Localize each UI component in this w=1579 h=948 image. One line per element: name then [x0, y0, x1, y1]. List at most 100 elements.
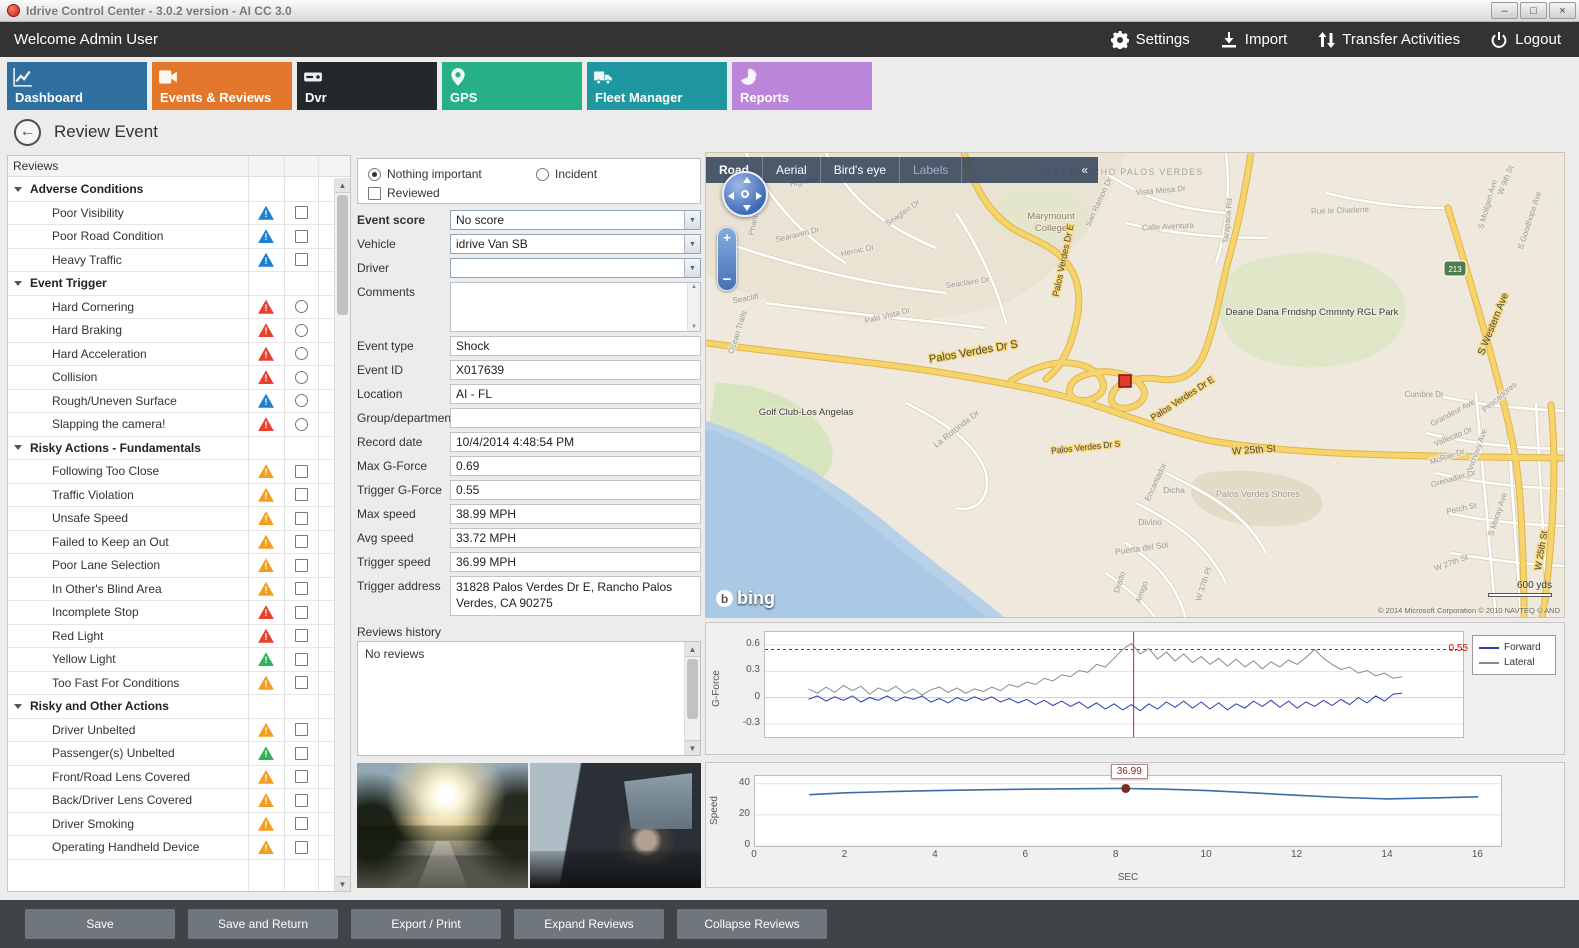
- pan-up-icon[interactable]: [743, 177, 751, 183]
- group-department-field[interactable]: [450, 408, 701, 428]
- import-action[interactable]: Import: [1220, 31, 1288, 49]
- item-checkbox[interactable]: [295, 817, 308, 830]
- item-checkbox[interactable]: [295, 465, 308, 478]
- event-type-field[interactable]: Shock: [450, 336, 701, 356]
- map-container[interactable]: 213 EAST RANCHO PALOS VERDESMarymountCol…: [705, 152, 1565, 618]
- item-checkbox[interactable]: [295, 747, 308, 760]
- chevron-down-icon[interactable]: ▼: [684, 211, 700, 229]
- settings-action[interactable]: Settings: [1111, 31, 1190, 49]
- item-radio[interactable]: [295, 347, 308, 360]
- scroll-up-icon[interactable]: ▲: [685, 642, 700, 657]
- item-checkbox[interactable]: [295, 535, 308, 548]
- scrollbar-thumb[interactable]: [337, 195, 348, 315]
- item-checkbox[interactable]: [295, 582, 308, 595]
- item-checkbox[interactable]: [295, 253, 308, 266]
- trigger-address-field[interactable]: 31828 Palos Verdes Dr E, Rancho Palos Ve…: [450, 576, 701, 616]
- item-checkbox[interactable]: [295, 606, 308, 619]
- item-checkbox[interactable]: [295, 559, 308, 572]
- reviews-scrollbar[interactable]: ▲ ▼: [334, 178, 350, 891]
- cabin-camera-thumbnail[interactable]: [530, 763, 701, 888]
- minimize-button[interactable]: –: [1491, 2, 1518, 19]
- tab-events-reviews[interactable]: Events & Reviews: [152, 62, 292, 110]
- item-checkbox[interactable]: [295, 676, 308, 689]
- scroll-up-icon[interactable]: ▲: [335, 178, 350, 193]
- front-camera-thumbnail[interactable]: [357, 763, 528, 888]
- item-radio[interactable]: [295, 371, 308, 384]
- tab-reports[interactable]: Reports: [732, 62, 872, 110]
- scroll-down-icon[interactable]: ▼: [335, 876, 350, 891]
- back-button[interactable]: ←: [14, 119, 41, 146]
- pan-left-icon[interactable]: [728, 192, 734, 200]
- export-print-button[interactable]: Export / Print: [351, 909, 501, 939]
- save-button[interactable]: Save: [25, 909, 175, 939]
- trigger-g-force-label: Trigger G-Force: [357, 480, 450, 500]
- vehicle-dropdown[interactable]: idrive Van SB▼: [450, 234, 701, 254]
- item-checkbox[interactable]: [295, 488, 308, 501]
- max-g-force-field[interactable]: 0.69: [450, 456, 701, 476]
- item-checkbox[interactable]: [295, 653, 308, 666]
- expand-reviews-button[interactable]: Expand Reviews: [514, 909, 664, 939]
- reviewed-checkbox[interactable]: [368, 187, 381, 200]
- tree-group-event-trigger[interactable]: Event Trigger: [8, 272, 334, 296]
- maximize-button[interactable]: □: [1520, 2, 1547, 19]
- item-checkbox[interactable]: [295, 770, 308, 783]
- scrollbar-thumb[interactable]: [687, 659, 698, 719]
- map-toolbar-collapse-button[interactable]: «: [1071, 163, 1098, 177]
- scroll-down-icon[interactable]: ▼: [685, 740, 700, 755]
- chevron-down-icon[interactable]: ▼: [684, 259, 700, 277]
- map-zoom-control[interactable]: + −: [717, 227, 737, 291]
- item-radio[interactable]: [295, 324, 308, 337]
- item-checkbox[interactable]: [295, 206, 308, 219]
- pan-down-icon[interactable]: [743, 205, 751, 211]
- close-button[interactable]: ×: [1549, 2, 1576, 19]
- zoom-out-button[interactable]: −: [718, 271, 736, 288]
- location-field[interactable]: AI - FL: [450, 384, 701, 404]
- incident-radio[interactable]: [536, 168, 549, 181]
- tree-group-risky-and-other-actions[interactable]: Risky and Other Actions: [8, 695, 334, 719]
- tab-dvr[interactable]: Dvr: [297, 62, 437, 110]
- comments-input[interactable]: [450, 282, 701, 332]
- nothing-important-radio[interactable]: [368, 168, 381, 181]
- tree-group-risky-actions-fundamentals[interactable]: Risky Actions - Fundamentals: [8, 437, 334, 461]
- item-checkbox[interactable]: [295, 512, 308, 525]
- event-id-field[interactable]: X017639: [450, 360, 701, 380]
- collapse-arrow-icon[interactable]: [14, 281, 22, 286]
- map-view-bird-s-eye[interactable]: Bird's eye: [821, 157, 900, 183]
- event-score-dropdown[interactable]: No score▼: [450, 210, 701, 230]
- item-radio[interactable]: [295, 418, 308, 431]
- zoom-in-button[interactable]: +: [718, 230, 736, 245]
- field-scrollbar[interactable]: [687, 283, 700, 331]
- tree-group-adverse-conditions[interactable]: Adverse Conditions: [8, 178, 334, 202]
- event-location-marker[interactable]: [1119, 375, 1131, 387]
- max-speed-field[interactable]: 38.99 MPH: [450, 504, 701, 524]
- pan-right-icon[interactable]: [756, 192, 762, 200]
- map-view-aerial[interactable]: Aerial: [763, 157, 821, 183]
- save-and-return-button[interactable]: Save and Return: [188, 909, 338, 939]
- tab-fleet-manager[interactable]: Fleet Manager: [587, 62, 727, 110]
- map-pan-control[interactable]: [722, 171, 768, 217]
- collapse-arrow-icon[interactable]: [14, 187, 22, 192]
- map-view-labels[interactable]: Labels: [900, 157, 962, 183]
- item-checkbox[interactable]: [295, 841, 308, 854]
- tab-gps[interactable]: GPS: [442, 62, 582, 110]
- item-checkbox[interactable]: [295, 629, 308, 642]
- collapse-arrow-icon[interactable]: [14, 704, 22, 709]
- reviews-history-label: Reviews history: [357, 625, 441, 639]
- collapse-arrow-icon[interactable]: [14, 445, 22, 450]
- item-radio[interactable]: [295, 394, 308, 407]
- history-scrollbar[interactable]: ▲ ▼: [684, 642, 700, 755]
- item-radio[interactable]: [295, 300, 308, 313]
- item-checkbox[interactable]: [295, 723, 308, 736]
- item-checkbox[interactable]: [295, 230, 308, 243]
- trigger-g-force-field[interactable]: 0.55: [450, 480, 701, 500]
- logout-action[interactable]: Logout: [1490, 31, 1561, 49]
- transfer-activities-action[interactable]: Transfer Activities: [1317, 31, 1460, 49]
- item-checkbox[interactable]: [295, 794, 308, 807]
- tab-dashboard[interactable]: Dashboard: [7, 62, 147, 110]
- record-date-field[interactable]: 10/4/2014 4:48:54 PM: [450, 432, 701, 452]
- driver-dropdown[interactable]: ▼: [450, 258, 701, 278]
- collapse-reviews-button[interactable]: Collapse Reviews: [677, 909, 827, 939]
- trigger-speed-field[interactable]: 36.99 MPH: [450, 552, 701, 572]
- avg-speed-field[interactable]: 33.72 MPH: [450, 528, 701, 548]
- chevron-down-icon[interactable]: ▼: [684, 235, 700, 253]
